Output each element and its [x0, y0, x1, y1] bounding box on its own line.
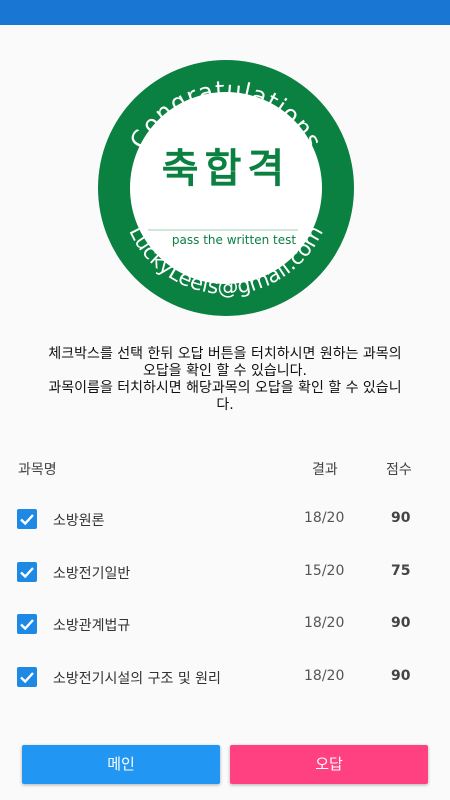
subject-result: 15/20	[304, 563, 345, 579]
subject-score: 75	[391, 563, 411, 579]
instructions-line-2: 과목이름을 터치하시면 해당과목의 오답을 확인 할 수 있습니 다.	[48, 380, 402, 413]
table-row: 소방원론 18/20 90	[0, 499, 450, 539]
wrong-answers-button[interactable]: 오답	[230, 745, 428, 784]
table-row: 소방전기시설의 구조 및 원리 18/20 90	[0, 657, 450, 697]
table-row: 소방관계법규 18/20 90	[0, 604, 450, 644]
header-subject: 과목명	[18, 462, 57, 478]
header-result: 결과	[312, 462, 338, 478]
stamp-center-text: 축합격	[162, 146, 290, 192]
check-icon	[20, 619, 34, 631]
subject-name[interactable]: 소방관계법규	[53, 615, 130, 635]
subject-result: 18/20	[304, 615, 345, 631]
instructions: 체크박스를 선택 한뒤 오답 버튼을 터치하시면 원하는 과목의 오답을 확인 …	[20, 346, 430, 414]
table-row: 소방전기일반 15/20 75	[0, 552, 450, 592]
subject-checkbox[interactable]	[17, 614, 37, 634]
subject-name[interactable]: 소방전기시설의 구조 및 원리	[53, 668, 221, 688]
table-header: 과목명 결과 점수	[0, 455, 450, 479]
subject-name[interactable]: 소방원론	[53, 510, 105, 530]
subject-name[interactable]: 소방전기일반	[53, 563, 130, 583]
check-icon	[20, 672, 34, 684]
subject-checkbox[interactable]	[17, 667, 37, 687]
status-bar	[0, 0, 450, 25]
subject-score: 90	[391, 668, 411, 684]
subject-checkbox[interactable]	[17, 509, 37, 529]
subject-checkbox[interactable]	[17, 562, 37, 582]
subject-result: 18/20	[304, 668, 345, 684]
check-icon	[20, 514, 34, 526]
congratulations-stamp: Congratulations LuckyLeeis@gmail.com 축합격…	[98, 60, 354, 316]
stamp-sub-text: pass the written test	[172, 233, 296, 247]
check-icon	[20, 567, 34, 579]
instructions-line-1: 체크박스를 선택 한뒤 오답 버튼을 터치하시면 원하는 과목의 오답을 확인 …	[48, 346, 402, 379]
main-button[interactable]: 메인	[22, 745, 220, 784]
header-score: 점수	[386, 462, 412, 478]
subject-score: 90	[391, 510, 411, 526]
subject-result: 18/20	[304, 510, 345, 526]
subject-score: 90	[391, 615, 411, 631]
